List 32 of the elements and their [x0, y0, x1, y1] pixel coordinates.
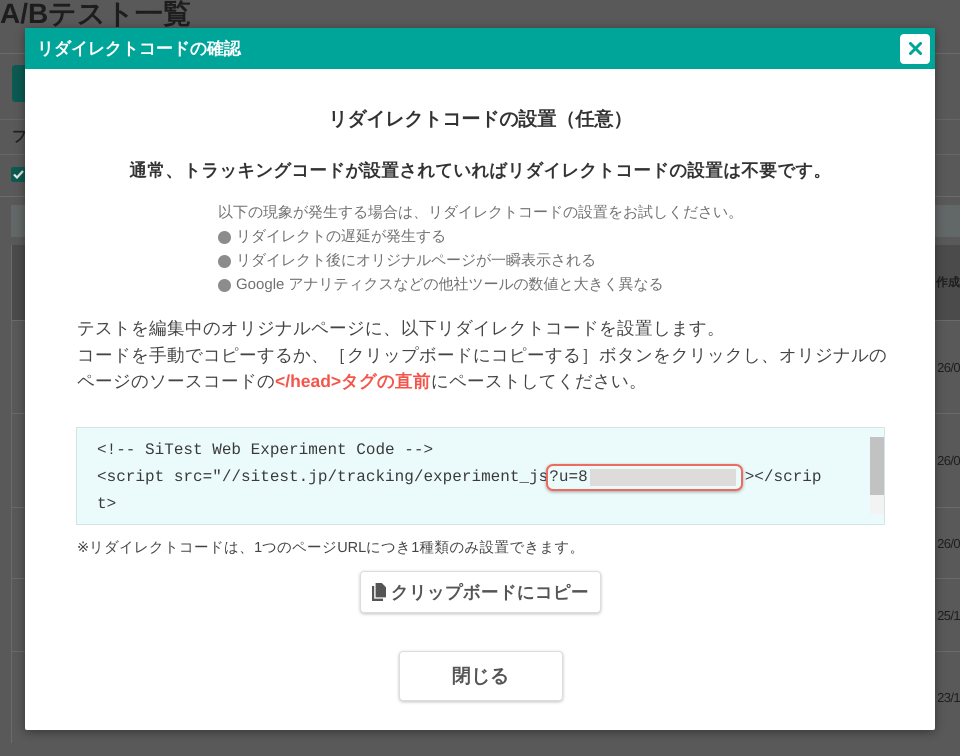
table-cell: 26/0	[937, 536, 960, 550]
note-item: Google アナリティクスなどの他社ツールの数値と大きく異なる	[236, 275, 664, 295]
close-icon	[908, 42, 922, 55]
scrollbar-thumb[interactable]	[870, 436, 884, 494]
bullet-icon	[218, 230, 231, 244]
filter-checkbox[interactable]	[11, 167, 26, 182]
copy-icon	[372, 582, 386, 600]
table-cell: 26/0	[937, 453, 960, 468]
instruction-text: コードを手動でコピーするか、［クリップボードにコピーする］ボタンをクリックし、オリジナルのページのソースコードの</head>タグの直前にペーストしてください。	[77, 344, 888, 393]
note-item: リダイレクト後にオリジナルページが一瞬表示される	[236, 251, 596, 271]
code-text: t>	[97, 494, 116, 514]
instruction-text: テストを編集中のオリジナルページに、以下リダイレクトコードを設置します。	[77, 317, 726, 340]
close-button[interactable]	[900, 34, 930, 64]
code-text: ?u=8	[549, 467, 588, 487]
code-text: <script src="//sitest.jp/tracking/experiment_js	[97, 466, 548, 488]
code-text: <!-- SiTest Web Experiment Code -->	[97, 440, 434, 460]
close-button[interactable]: 閉じる	[398, 650, 562, 700]
filter-label: フ	[12, 128, 27, 146]
lead-text: 通常、トラッキングコードが設置されていればリダイレクトコードの設置は不要です。	[130, 159, 832, 182]
page-title: A/Bテスト一覧	[0, 0, 192, 29]
table-cell: 25/1	[937, 608, 960, 622]
notes-intro: 以下の現象が発生する場合は、リダイレクトコードの設置をお試しください。	[218, 203, 743, 223]
caution-text: ※リダイレクトコードは、1つのページURLにつき1種類のみ設置できます。	[76, 538, 586, 558]
dialog-title: リダイレクトコードの確認	[37, 38, 241, 60]
table-cell: 23/1	[937, 690, 960, 705]
table-cell: 26/0	[937, 360, 960, 374]
bullet-icon	[218, 278, 231, 292]
bullet-icon	[218, 254, 231, 268]
code-text: ></scrip	[744, 466, 822, 488]
note-item: リダイレクトの遅延が発生する	[236, 227, 446, 247]
copy-button[interactable]: クリップボードにコピー	[360, 570, 601, 612]
section-heading: リダイレクトコードの設置（任意）	[328, 108, 632, 132]
